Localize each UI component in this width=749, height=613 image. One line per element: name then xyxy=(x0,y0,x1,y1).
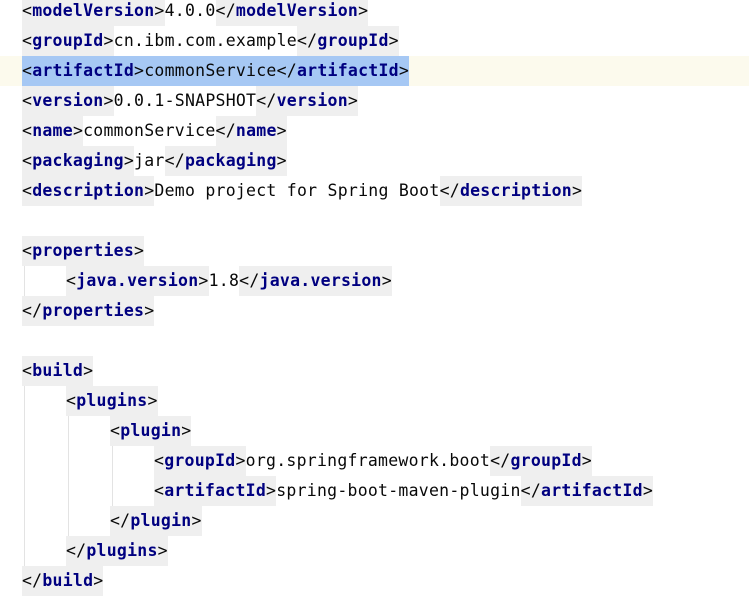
code-line-content: </plugin> xyxy=(110,506,202,536)
xml-opening-tag: <name> xyxy=(22,116,84,146)
xml-opening-tag: <version> xyxy=(22,86,114,116)
code-line[interactable]: <artifactId>spring-boot-maven-plugin</ar… xyxy=(0,476,749,506)
code-line[interactable]: </build> xyxy=(0,566,749,596)
code-line-content: </build> xyxy=(22,566,104,596)
code-line-content: <build> xyxy=(22,356,94,386)
code-line-content: <java.version>1.8</java.version> xyxy=(66,266,392,296)
xml-closing-tag: </description> xyxy=(439,176,583,206)
xml-text-value: org.springframework.boot xyxy=(245,451,491,470)
code-line-content: <properties> xyxy=(22,236,145,266)
code-line[interactable]: <groupId>org.springframework.boot</group… xyxy=(0,446,749,476)
xml-closing-tag: </packaging> xyxy=(164,146,287,176)
code-line-content: <description>Demo project for Spring Boo… xyxy=(22,176,583,206)
xml-opening-tag: <modelVersion> xyxy=(22,0,165,26)
code-line[interactable]: </plugin> xyxy=(0,506,749,536)
code-line[interactable]: <version>0.0.1-SNAPSHOT</version> xyxy=(0,86,749,116)
xml-opening-tag: <plugins> xyxy=(66,386,158,416)
code-line-content: <groupId>cn.ibm.com.example</groupId> xyxy=(22,26,399,56)
code-line[interactable]: <groupId>cn.ibm.com.example</groupId> xyxy=(0,26,749,56)
code-line[interactable]: <artifactId>commonService</artifactId> xyxy=(0,56,749,86)
code-line-content: <name>commonService</name> xyxy=(22,116,287,146)
code-line-content: </properties> xyxy=(22,296,155,326)
code-line-content: <packaging>jar</packaging> xyxy=(22,146,287,176)
xml-closing-tag: </groupId> xyxy=(490,446,592,476)
xml-text-value: commonService xyxy=(144,56,277,86)
code-editor[interactable]: <modelVersion>4.0.0</modelVersion> <group… xyxy=(0,0,749,613)
code-line-content: <artifactId>spring-boot-maven-plugin</ar… xyxy=(154,476,654,506)
code-line[interactable] xyxy=(0,206,749,236)
code-line[interactable]: <name>commonService</name> xyxy=(0,116,749,146)
code-line-content: <plugins> xyxy=(66,386,158,416)
code-line-content: <groupId>org.springframework.boot</group… xyxy=(154,446,592,476)
xml-closing-tag: </build> xyxy=(22,566,104,596)
xml-text-value: jar xyxy=(134,151,165,170)
xml-closing-tag: </plugin> xyxy=(110,506,202,536)
xml-closing-tag: </groupId> xyxy=(296,26,399,56)
code-line-content: <plugin> xyxy=(110,416,192,446)
xml-opening-tag: <properties> xyxy=(22,236,145,266)
code-line[interactable]: <java.version>1.8</java.version> xyxy=(0,266,749,296)
code-line-content: <artifactId>commonService</artifactId> xyxy=(22,56,410,86)
xml-opening-tag: <artifactId> xyxy=(154,476,277,506)
xml-closing-tag: </plugins> xyxy=(66,536,168,566)
xml-opening-tag: <description> xyxy=(22,176,155,206)
xml-closing-tag: </name> xyxy=(215,116,287,146)
xml-opening-tag: <groupId> xyxy=(22,26,114,56)
code-line-content: </plugins> xyxy=(66,536,168,566)
code-line[interactable]: <build> xyxy=(0,356,749,386)
xml-closing-tag: </version> xyxy=(256,86,359,116)
xml-opening-tag: <build> xyxy=(22,356,94,386)
xml-text-value: 4.0.0 xyxy=(164,1,216,20)
xml-opening-tag: <artifactId> xyxy=(22,56,145,86)
code-line-content: <version>0.0.1-SNAPSHOT</version> xyxy=(22,86,359,116)
xml-text-value: 0.0.1-SNAPSHOT xyxy=(113,91,257,110)
code-line[interactable]: <modelVersion>4.0.0</modelVersion> xyxy=(0,0,749,26)
xml-opening-tag: <packaging> xyxy=(22,146,135,176)
xml-opening-tag: <groupId> xyxy=(154,446,246,476)
code-line[interactable]: <plugin> xyxy=(0,416,749,446)
xml-text-value: spring-boot-maven-plugin xyxy=(276,481,521,500)
code-line[interactable]: </plugins> xyxy=(0,536,749,566)
xml-closing-tag: </properties> xyxy=(22,296,155,326)
code-line[interactable]: <properties> xyxy=(0,236,749,266)
xml-text-value: cn.ibm.com.example xyxy=(113,31,297,50)
code-line[interactable]: <description>Demo project for Spring Boo… xyxy=(0,176,749,206)
xml-closing-tag: </modelVersion> xyxy=(215,0,369,26)
xml-text-value: commonService xyxy=(83,121,216,140)
code-line[interactable]: <packaging>jar</packaging> xyxy=(0,146,749,176)
xml-closing-tag: </artifactId> xyxy=(520,476,654,506)
xml-closing-tag: </java.version> xyxy=(239,266,392,296)
xml-text-value: Demo project for Spring Boot xyxy=(154,181,440,200)
code-line[interactable]: <plugins> xyxy=(0,386,749,416)
xml-closing-tag: </artifactId> xyxy=(276,56,410,86)
code-line[interactable] xyxy=(0,326,749,356)
code-line-content: <modelVersion>4.0.0</modelVersion> xyxy=(22,0,369,26)
code-line[interactable]: </properties> xyxy=(0,296,749,326)
xml-text-value: 1.8 xyxy=(208,271,240,290)
xml-opening-tag: <java.version> xyxy=(66,266,209,296)
xml-opening-tag: <plugin> xyxy=(110,416,192,446)
